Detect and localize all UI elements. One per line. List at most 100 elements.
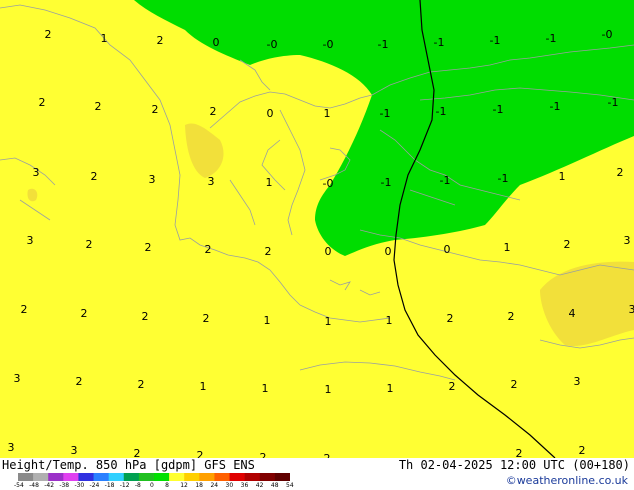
colorbar-tick-label: 42 [255,482,264,489]
value-label: 0 [444,243,451,256]
credit-link[interactable]: ©weatheronline.co.uk [506,474,628,487]
value-label: 0 [267,107,274,120]
colorbar-swatch [48,473,64,481]
colorbar-tick-label: -24 [89,482,100,489]
value-label: -1 [434,36,445,49]
colorbar-tick-label: -18 [104,482,115,489]
value-label: 2 [81,307,88,320]
colorbar-swatch [78,473,95,481]
value-label: 1 [101,32,108,45]
colorbar-tick-label: 0 [150,482,154,489]
value-label: 1 [325,315,332,328]
colorbar-swatch [244,473,261,481]
colorbar-swatch [154,473,170,481]
colorbar-tick-label: 30 [225,482,234,489]
colorbar-tick-label: 8 [165,482,169,489]
value-label: 2 [76,375,83,388]
value-label: 2 [95,100,102,113]
colorbar-tick-label: -48 [29,482,39,489]
value-label: 2 [260,451,267,458]
colorbar-swatch [199,473,215,481]
value-label: 2 [142,310,149,323]
value-label: 3 [624,234,631,247]
value-label: -0 [323,177,334,190]
colorbar-tick-label: -8 [134,482,141,489]
value-label: 2 [564,238,571,251]
value-label: -1 [436,105,447,118]
value-label: 3 [33,166,40,179]
value-label: 2 [197,449,204,458]
value-label: 1 [264,314,271,327]
value-label: 3 [574,375,581,388]
value-label: -1 [381,176,392,189]
colorbar-swatch [138,473,155,481]
value-label: 1 [504,241,511,254]
value-label: 3 [8,441,15,454]
value-label: -0 [267,38,278,51]
weather-map: 2 1 2 0 -0 -0 -1 -1 -1 -1 -0 2 2 2 2 0 1 -1 -1 -1 -1 -1 3 2 3 3 1 -… [0,0,634,465]
value-label: 2 [508,310,515,323]
value-label: 1 [324,107,331,120]
value-label: 2 [617,166,624,179]
value-label: 2 [152,103,159,116]
value-label: 3 [208,175,215,188]
colorbar-swatch [274,473,290,481]
colorbar-tick-label: 48 [270,482,279,489]
colorbar-tick-label: 12 [180,482,188,489]
colorbar-tick-label: -38 [59,482,70,489]
value-label: 1 [386,314,393,327]
value-label: 2 [449,380,456,393]
colorbar-swatch [214,473,231,481]
value-label: 3 [14,372,21,385]
colorbar-tick-label: 18 [195,482,203,489]
value-label: -1 [608,96,619,109]
value-label: 2 [205,243,212,256]
colorbar-swatch [93,473,110,481]
value-label: 1 [559,170,566,183]
value-label: 2 [203,312,210,325]
value-label: 1 [262,382,269,395]
value-label: 1 [266,176,273,189]
colorbar-tick-label: 24 [210,482,219,489]
colorbar-swatch [169,473,185,481]
value-label: 2 [157,34,164,47]
map-title: Height/Temp. 850 hPa [gdpm] GFS ENS [2,458,255,472]
colorbar [18,473,290,481]
colorbar-tick-label: -12 [119,482,130,489]
colorbar-ticks: -54 -48 -42 -38 -30 -24 -18 -12 -8 0 8 12 18 24 30 36 42… [14,482,294,490]
value-label: -1 [378,38,389,51]
value-label: -1 [546,32,557,45]
value-label: 2 [138,378,145,391]
value-label: 3 [27,234,34,247]
value-label: 2 [265,245,272,258]
map-canvas: 2 1 2 0 -0 -0 -1 -1 -1 -1 -0 2 2 2 2 0 1 -1 -1 -1 -1 -1 3 2 3 3 1 -… [0,0,634,465]
value-label: 2 [134,447,141,458]
value-label: -0 [323,38,334,51]
value-label: -1 [380,107,391,120]
colorbar-tick-label: -54 [14,482,24,489]
colorbar-swatch [123,473,140,481]
value-label: -1 [490,34,501,47]
value-label: 0 [213,36,220,49]
colorbar-swatch [229,473,246,481]
value-label: 2 [447,312,454,325]
value-label: 2 [579,444,586,457]
value-label: 2 [511,378,518,391]
colorbar-tick-label: 36 [240,482,249,489]
colorbar-swatch [63,473,79,481]
value-label: 1 [325,383,332,396]
value-label: 2 [39,96,46,109]
colorbar-swatch [259,473,276,481]
value-label: 2 [210,105,217,118]
value-label: 2 [86,238,93,251]
value-label: -1 [498,172,509,185]
colorbar-tick-label: -42 [44,482,55,489]
colorbar-swatch [33,473,49,481]
value-label: 4 [569,307,576,320]
value-label: 2 [45,28,52,41]
colorbar-swatch [108,473,125,481]
footer-bar: Height/Temp. 850 hPa [gdpm] GFS ENS Th 0… [0,458,634,490]
value-label: -1 [550,100,561,113]
value-label: -0 [602,28,613,41]
value-label: 1 [200,380,207,393]
